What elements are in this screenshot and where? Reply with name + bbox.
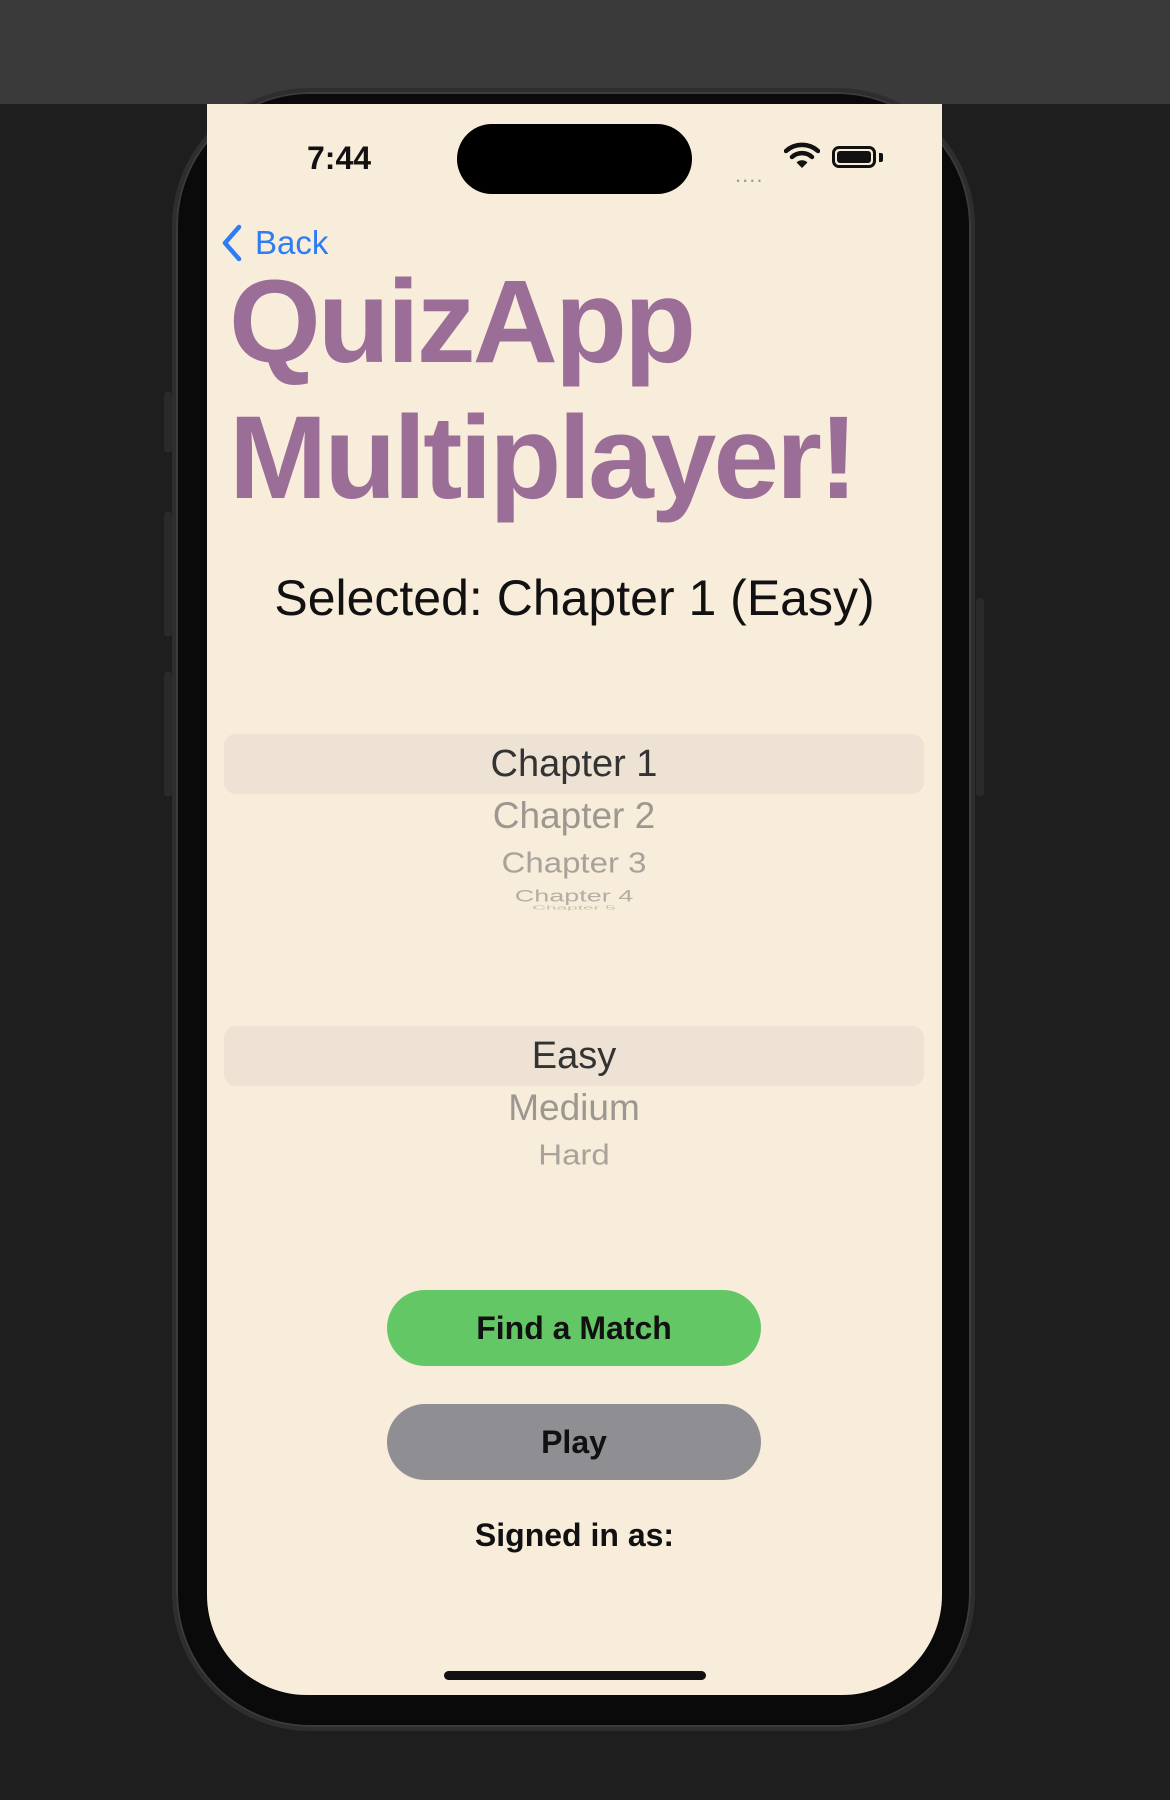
chapter-option[interactable]: Chapter 4 <box>224 887 924 905</box>
wifi-icon <box>784 142 820 168</box>
difficulty-option[interactable]: Hard <box>224 1137 924 1174</box>
dynamic-island <box>457 124 692 194</box>
chapter-option[interactable]: Chapter 5 <box>224 905 924 911</box>
difficulty-option[interactable]: Easy <box>224 1029 924 1083</box>
battery-cap <box>879 153 883 162</box>
chapter-option[interactable]: Chapter 2 <box>224 791 924 841</box>
status-time: 7:44 <box>307 140 372 176</box>
device-volume-down-button <box>164 672 172 796</box>
find-match-button[interactable]: Find a Match <box>387 1290 761 1366</box>
chapter-picker[interactable]: Chapter 1 Chapter 2 Chapter 3 Chapter 4 … <box>224 729 924 1029</box>
battery-icon <box>832 146 876 168</box>
device-volume-up-button <box>164 512 172 636</box>
home-indicator[interactable] <box>444 1671 706 1680</box>
cellular-signal-icon: .... <box>735 162 764 187</box>
difficulty-option[interactable]: Medium <box>224 1083 924 1133</box>
play-button[interactable]: Play <box>387 1404 761 1480</box>
device-power-button <box>976 598 984 796</box>
page-title: QuizApp Multiplayer! <box>229 254 942 526</box>
chapter-option[interactable]: Chapter 1 <box>224 737 924 791</box>
signed-in-label: Signed in as: <box>474 1517 675 1553</box>
device-action-button <box>164 392 172 452</box>
selection-label: Selected: Chapter 1 (Easy) <box>274 570 875 626</box>
title-line-2: Multiplayer! <box>229 392 858 524</box>
difficulty-picker[interactable]: Easy Medium Hard <box>224 1021 924 1221</box>
title-line-1: QuizApp <box>229 256 696 388</box>
app-screen: 7:44 .... Back QuizApp Multiplayer! Sele… <box>207 104 942 1695</box>
chapter-option[interactable]: Chapter 3 <box>224 845 924 882</box>
